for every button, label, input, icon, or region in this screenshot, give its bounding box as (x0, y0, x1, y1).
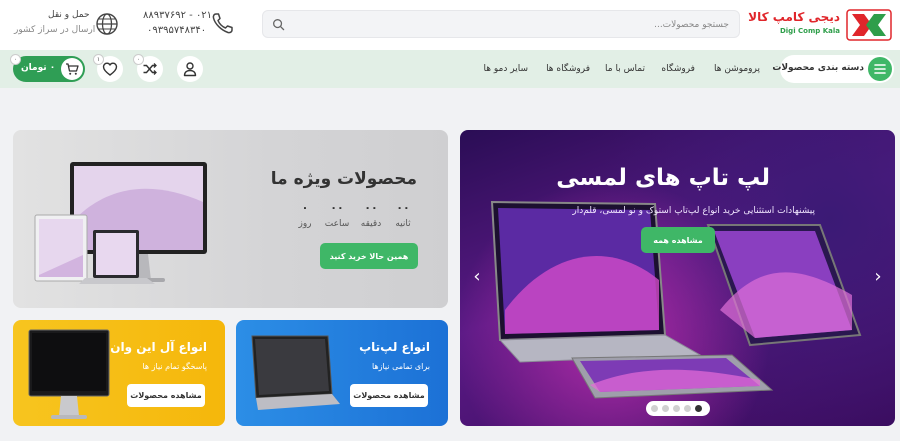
globe-icon (96, 13, 118, 35)
cart-button[interactable]: ۰ تومان (13, 56, 85, 82)
hero-title: لپ تاپ های لمسی (556, 165, 770, 191)
laptops-banner: انواع لپ‌تاپ برای تمامی نیازها مشاهده مح… (236, 320, 448, 426)
countdown-hours-value: ۰۰ (330, 201, 344, 214)
menu-icon (868, 57, 892, 81)
slider-dot[interactable] (684, 405, 691, 412)
slider-pagination (646, 401, 710, 416)
all-in-one-banner: انواع آل این وان پاسخگو تمام نیاز ها مشا… (13, 320, 225, 426)
shuffle-icon (143, 63, 157, 75)
buy-now-button[interactable]: همین حالا خرید کنید (320, 243, 418, 269)
categories-button[interactable]: دسته بندی محصولات (772, 55, 894, 83)
countdown-seconds-label: ثانیه (395, 219, 411, 229)
logo-text-en: Digi Comp Kala (779, 27, 840, 35)
cart-icon-holder (61, 58, 83, 80)
hero-subtitle: پیشنهادات استثنایی خرید انواع لپ‌تاپ است… (572, 206, 815, 216)
laptops-banner-subtitle: برای تمامی نیازها (371, 362, 430, 371)
phone-icon (212, 13, 233, 34)
account-button[interactable] (177, 56, 203, 82)
countdown-seconds-value: ۰۰ (396, 201, 410, 214)
slider-dot[interactable] (651, 405, 658, 412)
site-logo[interactable]: دیجی کامپ کالا Digi Comp Kala (748, 9, 892, 41)
hero-view-all-button[interactable]: مشاهده همه (641, 227, 715, 253)
search-input[interactable] (309, 16, 729, 34)
user-icon (183, 62, 197, 77)
phone-number-mobile[interactable]: ۰۹۳۹۵۷۴۸۳۴۰ (147, 25, 206, 36)
countdown-days-label: روز (298, 219, 312, 229)
all-in-one-illustration (28, 329, 110, 419)
logo-mark-icon (846, 9, 892, 41)
laptops-banner-title: انواع لپ‌تاپ (359, 340, 430, 354)
aio-view-products-button[interactable]: مشاهده محصولات (127, 384, 205, 407)
phone-number-landline[interactable]: ۰۲۱ - ۸۸۹۳۷۶۹۲ (143, 10, 212, 21)
slider-prev-arrow-icon[interactable]: ‹ (470, 266, 484, 287)
cart-total: ۰ تومان (21, 63, 56, 73)
slider-dot[interactable] (662, 405, 669, 412)
slider-dot[interactable] (673, 405, 680, 412)
heart-icon (102, 62, 118, 76)
laptops-view-products-button[interactable]: مشاهده محصولات (350, 384, 428, 407)
aio-banner-subtitle: پاسخگو تمام نیاز ها (142, 362, 207, 371)
search-bar (262, 10, 740, 38)
wishlist-count-badge: ۱ (93, 54, 104, 65)
nav-link-contact[interactable]: تماس با ما (605, 64, 645, 74)
countdown-minutes-value: ۰۰ (364, 201, 378, 214)
cart-icon (66, 63, 79, 75)
nav-link-other-demos[interactable]: سایر دمو ها (484, 64, 528, 74)
countdown-days-value: ۰ (301, 201, 309, 214)
search-icon[interactable] (272, 18, 285, 31)
special-products-title: محصولات ویژه ما (270, 169, 417, 189)
compare-count-badge: ۰ (133, 54, 144, 65)
aio-banner-title: انواع آل این وان (110, 340, 207, 354)
categories-label: دسته بندی محصولات (772, 63, 864, 73)
slider-next-arrow-icon[interactable]: › (871, 266, 885, 287)
shipping-subtitle: ارسال در سراز کشور (14, 25, 96, 35)
slider-dot-active[interactable] (695, 405, 702, 412)
laptop-illustration (251, 335, 340, 410)
countdown-hours-label: ساعت (324, 219, 350, 229)
nav-link-stores[interactable]: فروشگاه ها (546, 64, 590, 74)
shipping-title: حمل و نقل (48, 10, 90, 20)
cart-count-badge: ۰ (10, 54, 21, 65)
nav-link-promotions[interactable]: پروموشن ها (714, 64, 760, 74)
nav-link-shop[interactable]: فروشگاه (661, 64, 695, 74)
countdown-minutes-label: دقیقه (360, 219, 382, 229)
logo-text-fa: دیجی کامپ کالا (748, 10, 840, 24)
